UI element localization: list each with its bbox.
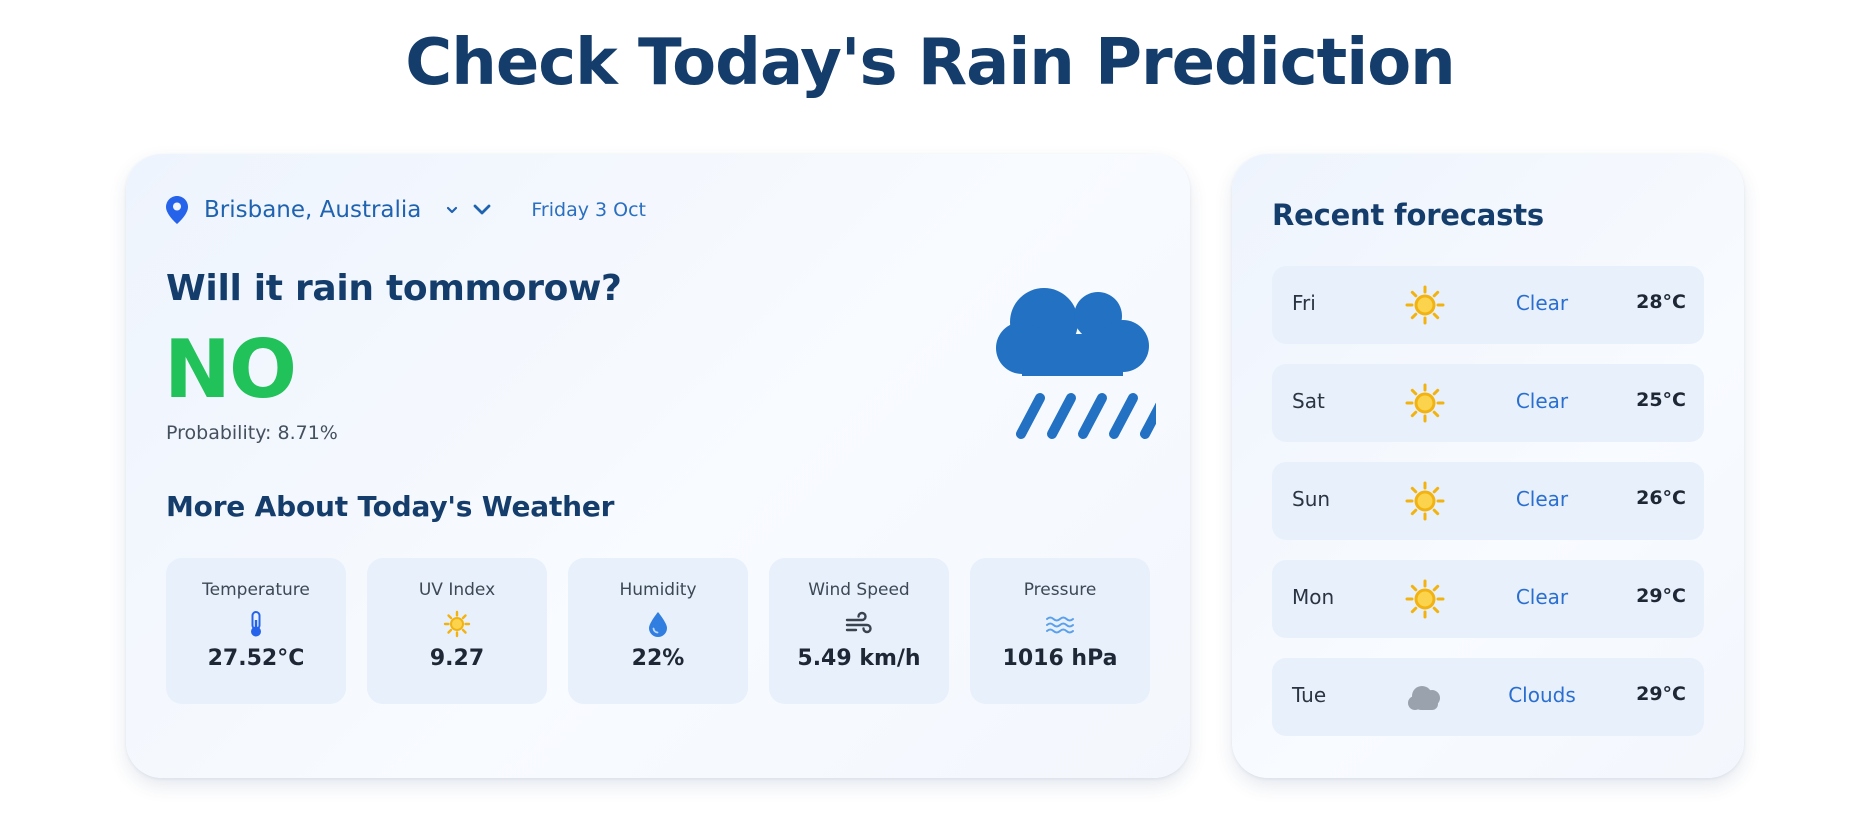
forecast-row-tue[interactable]: Tue Clouds 29°C: [1272, 658, 1704, 736]
location-name[interactable]: Brisbane, Australia: [204, 197, 421, 223]
page-title: Check Today's Rain Prediction: [405, 26, 1455, 100]
metric-label: Pressure: [1023, 580, 1097, 600]
metric-humidity: Humidity 22%: [568, 558, 748, 704]
rain-answer: NO: [164, 323, 297, 416]
forecast-condition: Clear: [1515, 487, 1569, 511]
metric-value: 27.52°C: [207, 646, 305, 671]
metric-temperature: Temperature 27.52°C: [166, 558, 346, 704]
dropdown-chevron-icon[interactable]: [473, 204, 491, 216]
forecast-temp: 25°C: [1636, 389, 1686, 411]
forecast-list: Fri Clear 28°C Sat Clear 25°C Sun Clear …: [1272, 266, 1704, 736]
prediction-card: Brisbane, Australia Friday 3 Oct Will it…: [126, 154, 1190, 778]
thermometer-icon: [251, 611, 261, 637]
metric-value: 9.27: [429, 646, 485, 671]
recent-forecasts-card: Recent forecasts Fri Clear 28°C Sat Clea…: [1232, 154, 1744, 778]
metric-pressure: Pressure 1016 hPa: [970, 558, 1150, 704]
metric-label: UV Index: [418, 580, 496, 600]
waves-icon: [1046, 616, 1074, 634]
forecast-condition: Clear: [1515, 291, 1569, 315]
metric-value: 5.49 km/h: [797, 646, 921, 671]
metric-label: Humidity: [619, 580, 697, 600]
forecast-condition: Clear: [1515, 389, 1569, 413]
forecast-condition: Clear: [1515, 585, 1569, 609]
forecast-day: Tue: [1292, 683, 1327, 707]
forecast-day: Mon: [1292, 585, 1335, 609]
page: Check Today's Rain Prediction Brisbane, …: [0, 0, 1860, 817]
forecast-row-mon[interactable]: Mon Clear 29°C: [1272, 560, 1704, 638]
sun-icon: [1405, 383, 1445, 423]
forecast-temp: 29°C: [1636, 585, 1686, 607]
sun-icon: [1405, 285, 1445, 325]
rain-probability: Probability: 8.71%: [166, 422, 338, 444]
weather-metrics: Temperature 27.52°C UV Index 9.27 Humidi…: [166, 558, 1150, 704]
metric-wind-speed: Wind Speed 5.49 km/h: [769, 558, 949, 704]
location-selector[interactable]: Brisbane, Australia Friday 3 Oct: [166, 194, 646, 226]
metric-uv-index: UV Index 9.27: [367, 558, 547, 704]
droplet-icon: [649, 612, 667, 637]
current-date: Friday 3 Oct: [531, 199, 646, 221]
forecast-temp: 26°C: [1636, 487, 1686, 509]
forecast-condition: Clouds: [1508, 683, 1576, 707]
forecast-row-fri[interactable]: Fri Clear 28°C: [1272, 266, 1704, 344]
rain-cloud-icon: [996, 288, 1156, 439]
forecast-row-sat[interactable]: Sat Clear 25°C: [1272, 364, 1704, 442]
rain-question: Will it rain tommorow?: [166, 268, 622, 309]
weather-section-title: More About Today's Weather: [166, 490, 615, 523]
forecast-day: Sun: [1292, 487, 1331, 511]
sun-icon: [443, 610, 471, 638]
forecast-temp: 28°C: [1636, 291, 1686, 313]
metric-label: Wind Speed: [808, 580, 910, 600]
forecast-day: Sat: [1292, 389, 1325, 413]
cloud-icon: [1408, 686, 1440, 710]
sun-icon: [1405, 579, 1445, 619]
chevron-down-icon[interactable]: [445, 205, 459, 215]
forecast-temp: 29°C: [1636, 683, 1686, 705]
forecast-day: Fri: [1292, 291, 1316, 315]
metric-value: 22%: [631, 646, 685, 671]
metric-label: Temperature: [202, 580, 310, 600]
map-pin-icon: [166, 196, 188, 224]
recent-forecasts-title: Recent forecasts: [1272, 198, 1544, 232]
sun-icon: [1405, 481, 1445, 521]
metric-value: 1016 hPa: [1002, 646, 1118, 671]
wind-icon: [845, 611, 872, 634]
forecast-row-sun[interactable]: Sun Clear 26°C: [1272, 462, 1704, 540]
